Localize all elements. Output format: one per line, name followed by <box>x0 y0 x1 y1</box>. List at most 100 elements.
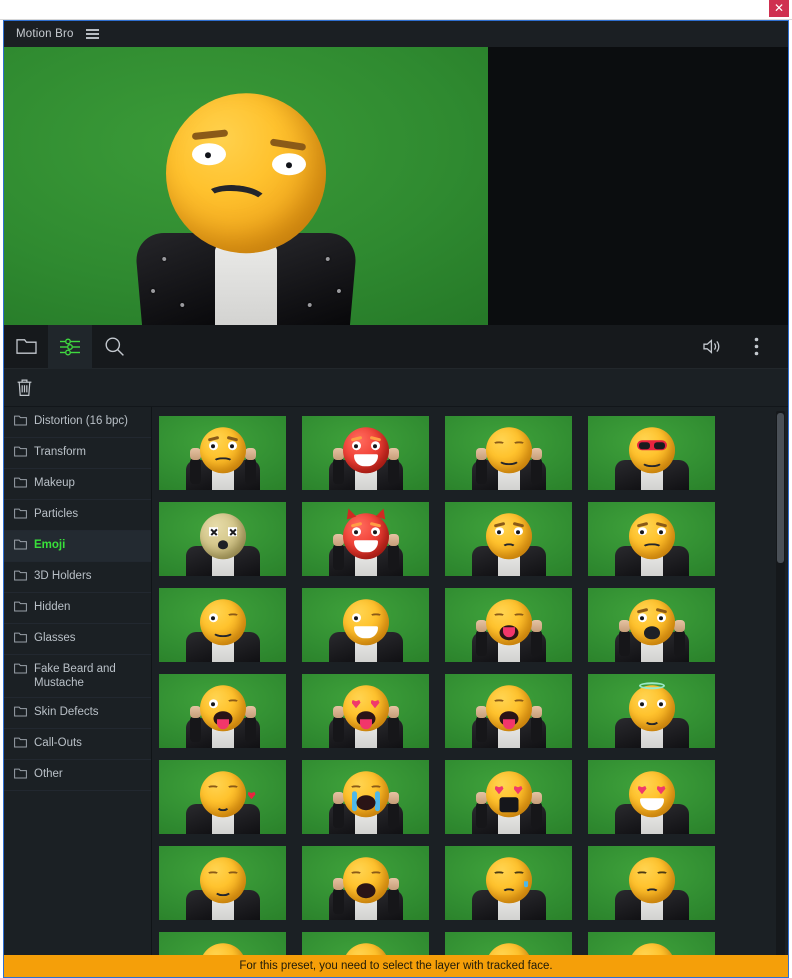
preset-grid-area <box>152 407 788 977</box>
preview-area <box>4 47 788 325</box>
thumbnail-emoji-rage-grimace <box>342 427 389 474</box>
preset-thumbnail[interactable] <box>301 845 430 921</box>
category-sidebar[interactable]: Distortion (16 bpc) Transform Makeup Partic… <box>4 407 152 977</box>
thumbnail-emoji-heart-eyes-grin <box>628 771 675 818</box>
preset-thumbnail[interactable] <box>158 415 287 491</box>
sidebar-item-skin-defects[interactable]: Skin Defects <box>4 698 151 729</box>
folder-icon <box>14 569 27 585</box>
thumbnail-emoji-devil-grin <box>342 506 389 560</box>
sidebar-item-makeup[interactable]: Makeup <box>4 469 151 500</box>
thumbnail-emoji-heart-eyes-open <box>485 771 532 818</box>
preset-thumbnail[interactable] <box>444 415 573 491</box>
thumbnail-emoji-angry-frown <box>199 427 246 474</box>
motion-bro-panel: Motion Bro Distortion (16 bpc) Transform… <box>3 20 789 978</box>
hamburger-icon[interactable] <box>85 29 99 39</box>
sidebar-item-hidden[interactable]: Hidden <box>4 593 151 624</box>
sidebar-item-transform[interactable]: Transform <box>4 438 151 469</box>
thumbnail-emoji-frowning-face <box>628 513 675 560</box>
close-icon[interactable]: ✕ <box>769 0 789 17</box>
preset-thumbnail[interactable] <box>301 415 430 491</box>
folder-icon <box>14 476 27 492</box>
preset-thumbnail[interactable] <box>158 759 287 835</box>
sidebar-item-emoji[interactable]: Emoji <box>4 531 151 562</box>
thumbnail-emoji-laughing-open <box>485 599 532 646</box>
preset-thumbnail[interactable] <box>158 845 287 921</box>
grid-scrollbar[interactable] <box>776 411 785 975</box>
sidebar-item-label: Other <box>34 768 63 780</box>
preset-thumbnail[interactable] <box>301 673 430 749</box>
preset-thumbnail[interactable] <box>158 587 287 663</box>
thumbnail-emoji-wink-smile <box>199 599 246 646</box>
folder-icon <box>14 414 27 430</box>
search-icon[interactable] <box>92 325 136 369</box>
trash-icon[interactable] <box>16 378 33 397</box>
preset-thumbnail[interactable] <box>444 587 573 663</box>
folder-icon <box>14 767 27 783</box>
sidebar-item-label: Hidden <box>34 601 71 613</box>
folder-icon <box>14 445 27 461</box>
thumbnail-emoji-grinning-squint <box>342 857 389 904</box>
thumbnail-emoji-heart-eyes-tongue <box>342 685 389 732</box>
thumbnail-emoji-tongue-out-grin <box>485 685 532 732</box>
preset-thumbnail[interactable] <box>587 415 716 491</box>
folder-icon <box>14 600 27 616</box>
sidebar-item-label: Emoji <box>34 539 66 551</box>
thumbnail-emoji-blush-smile <box>485 427 532 474</box>
sidebar-item-particles[interactable]: Particles <box>4 500 151 531</box>
sidebar-item-3d-holders[interactable]: 3D Holders <box>4 562 151 593</box>
thumbnail-emoji-loudly-crying <box>342 771 389 818</box>
sidebar-item-glasses[interactable]: Glasses <box>4 624 151 655</box>
preset-thumbnail[interactable] <box>444 845 573 921</box>
preset-grid <box>158 413 788 977</box>
preview-emoji-head <box>166 93 326 254</box>
preset-thumbnail[interactable] <box>301 501 430 577</box>
sidebar-item-label: Skin Defects <box>34 706 99 718</box>
sidebar-item-label: Call-Outs <box>34 737 82 749</box>
preset-thumbnail[interactable] <box>587 587 716 663</box>
folder-icon <box>14 538 27 554</box>
preset-thumbnail[interactable] <box>587 673 716 749</box>
sidebar-item-label: Particles <box>34 508 79 520</box>
preset-thumbnail[interactable] <box>444 673 573 749</box>
page-title: Motion Bro <box>16 28 74 40</box>
folder-icon <box>14 736 27 752</box>
more-options-icon[interactable] <box>734 325 778 369</box>
action-bar <box>4 369 788 407</box>
folder-icon <box>14 507 27 523</box>
sidebar-item-label: Fake Beard and Mustache <box>34 663 116 689</box>
window-title-strip: ✕ <box>0 0 792 20</box>
content-area: Distortion (16 bpc) Transform Makeup Partic… <box>4 407 788 977</box>
sidebar-item-other[interactable]: Other <box>4 760 151 791</box>
folder-icon[interactable] <box>4 325 48 369</box>
thumbnail-emoji-surprised-gasp <box>628 599 675 646</box>
status-bar: For this preset, you need to select the … <box>4 955 788 977</box>
thumbnail-emoji-angel-halo <box>628 682 675 732</box>
sidebar-item-distortion-16-bpc[interactable]: Distortion (16 bpc) <box>4 407 151 438</box>
sidebar-item-label: Distortion (16 bpc) <box>34 415 128 427</box>
preset-thumbnail[interactable] <box>444 501 573 577</box>
presets-sliders-icon[interactable] <box>48 324 92 369</box>
status-message: For this preset, you need to select the … <box>239 960 553 972</box>
sidebar-item-fake-beard-and-mustache[interactable]: Fake Beard and Mustache <box>4 655 151 698</box>
preset-thumbnail[interactable] <box>587 501 716 577</box>
preset-thumbnail[interactable] <box>158 673 287 749</box>
thumbnail-emoji-wink-tongue-out <box>199 685 246 732</box>
preset-thumbnail[interactable] <box>587 759 716 835</box>
sidebar-item-call-outs[interactable]: Call-Outs <box>4 729 151 760</box>
toolbar-right-group <box>690 325 788 369</box>
thumbnail-emoji-disappointed <box>628 857 675 904</box>
folder-icon <box>14 662 27 678</box>
grid-scrollbar-thumb[interactable] <box>777 413 784 563</box>
video-preview[interactable] <box>4 47 488 325</box>
preset-thumbnail[interactable] <box>158 501 287 577</box>
sound-icon[interactable] <box>690 325 734 369</box>
thumbnail-emoji-wink-grin <box>342 599 389 646</box>
preset-thumbnail[interactable] <box>444 759 573 835</box>
thumbnail-emoji-kiss-heart <box>199 771 256 818</box>
thumbnail-emoji-sad-sweat <box>485 857 532 904</box>
preset-thumbnail[interactable] <box>587 845 716 921</box>
thumbnail-emoji-unamused-side-eye <box>485 513 532 560</box>
preset-thumbnail[interactable] <box>301 759 430 835</box>
preset-thumbnail[interactable] <box>301 587 430 663</box>
main-toolbar <box>4 324 788 369</box>
